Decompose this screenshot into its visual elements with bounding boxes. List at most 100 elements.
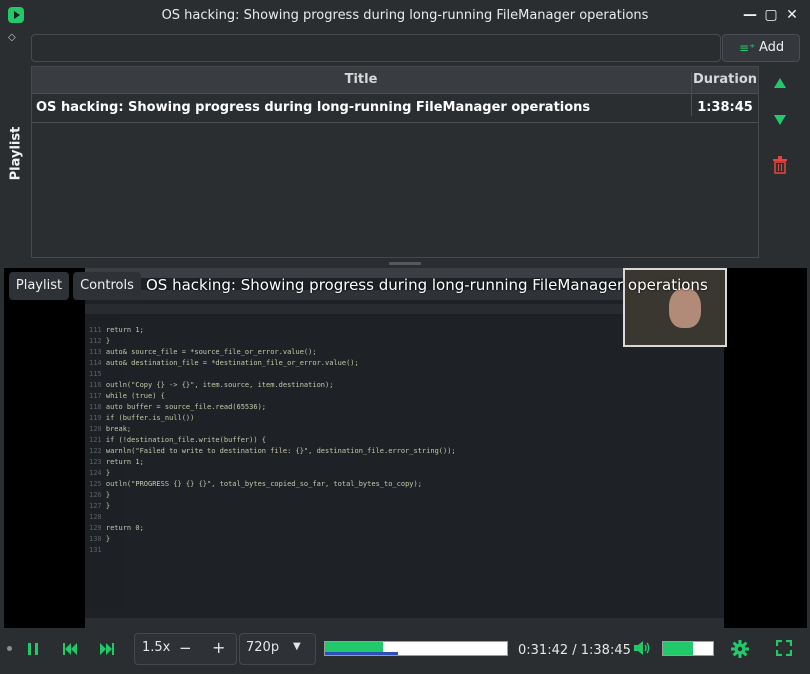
skip-forward-icon (100, 643, 114, 655)
code-line-text: return 1; (105, 326, 144, 334)
code-line: 119 if (buffer.is_null()) (89, 414, 194, 425)
row-title: OS hacking: Showing progress during long… (36, 100, 591, 115)
code-line-text: } (105, 469, 111, 477)
quality-select[interactable]: 720p ▼ (239, 633, 316, 665)
title-bar: OS hacking: Showing progress during long… (0, 0, 810, 30)
delete-button[interactable] (771, 156, 789, 174)
pause-icon (28, 643, 38, 655)
speed-decrease-button[interactable]: − (179, 639, 192, 657)
video-player[interactable]: 111 return 1; 112 } 113 auto& source_file … (4, 268, 807, 628)
overlay-tab-controls[interactable]: Controls (73, 272, 141, 300)
code-line: 115 (89, 370, 102, 381)
code-line-text: outln("PROGRESS {} {} {}", total_bytes_c… (105, 480, 422, 488)
next-button[interactable] (96, 640, 118, 662)
code-line: 126 } (89, 491, 110, 502)
trash-icon (773, 156, 787, 174)
code-line: 123 return 1; (89, 458, 144, 469)
time-display: 0:31:42 / 1:38:45 (518, 643, 631, 658)
code-line-text: break; (105, 425, 132, 433)
pause-button[interactable] (22, 640, 44, 662)
code-line-number: 114 (89, 359, 106, 367)
code-line-text: if (buffer.is_null()) (105, 414, 195, 422)
column-header-duration[interactable]: Duration (691, 72, 758, 92)
skip-back-icon (63, 643, 77, 655)
code-line-text: } (105, 502, 111, 510)
code-line-number: 116 (89, 381, 106, 389)
code-line: 111 return 1; (89, 326, 144, 337)
fullscreen-icon (775, 639, 793, 657)
row-duration: 1:38:45 (691, 94, 758, 116)
settings-button[interactable] (729, 640, 751, 662)
seek-buffered (325, 652, 398, 655)
code-line-text: return 0; (105, 524, 144, 532)
table-row[interactable]: OS hacking: Showing progress during long… (32, 94, 758, 123)
speaker-icon (634, 641, 650, 655)
code-line: 127 } (89, 502, 110, 513)
code-line: 121 if (!destination_file.write(buffer))… (89, 436, 266, 447)
code-line-text: } (105, 535, 111, 543)
code-line: 131 (89, 546, 102, 557)
code-line-number: 126 (89, 491, 106, 499)
fullscreen-button[interactable] (773, 639, 795, 662)
code-line: 124 } (89, 469, 110, 480)
volume-slider[interactable] (662, 641, 714, 656)
code-line-text: if (!destination_file.write(buffer)) { (105, 436, 267, 444)
volume-level (663, 642, 693, 655)
code-line-text: } (105, 337, 111, 345)
code-line-number: 125 (89, 480, 106, 488)
code-line: 114 auto& destination_file = *destinatio… (89, 359, 359, 370)
code-line: 120 break; (89, 425, 131, 436)
control-bar: 1.5x − + 720p ▼ 0:31:42 / 1:38:45 (0, 628, 810, 674)
code-line: 129 return 0; (89, 524, 144, 535)
code-line-text: auto& destination_file = *destination_fi… (105, 359, 359, 367)
column-header-title[interactable]: Title (32, 72, 690, 87)
code-line: 130 } (89, 535, 110, 546)
playlist-add-icon: ≡⁺ (739, 41, 756, 55)
speed-control: 1.5x − + (134, 633, 237, 665)
code-line-number: 130 (89, 535, 106, 543)
overlay-title: OS hacking: Showing progress during long… (146, 276, 708, 294)
code-line: 113 auto& source_file = *source_file_or_… (89, 348, 317, 359)
code-line-number: 120 (89, 425, 106, 433)
close-button[interactable]: ✕ (783, 6, 801, 24)
code-line-number: 121 (89, 436, 106, 444)
code-line: 117 while (true) { (89, 392, 165, 403)
sidebar-tab-playlist[interactable]: Playlist (0, 36, 30, 262)
splitter-handle[interactable] (389, 262, 421, 265)
add-button[interactable]: ≡⁺ Add (722, 34, 800, 62)
code-line-number: 113 (89, 348, 106, 356)
code-line-number: 129 (89, 524, 106, 532)
code-line-text: while (true) { (105, 392, 165, 400)
status-dot (7, 646, 12, 651)
code-line: 122 warnln("Failed to write to destinati… (89, 447, 456, 458)
maximize-button[interactable]: ▢ (762, 6, 780, 24)
triangle-down-icon (774, 115, 786, 125)
gear-icon (731, 640, 749, 658)
presenter-face (669, 288, 701, 328)
code-line-number: 127 (89, 502, 106, 510)
volume-button[interactable] (631, 640, 653, 662)
move-up-button[interactable] (771, 77, 789, 95)
search-input[interactable] (31, 34, 721, 62)
speed-value: 1.5x (142, 640, 171, 655)
code-line-text: return 1; (105, 458, 144, 466)
code-line-number: 124 (89, 469, 106, 477)
minimize-button[interactable]: — (741, 6, 759, 24)
code-line-text: auto buffer = source_file.read(65536); (105, 403, 267, 411)
seek-bar[interactable] (324, 641, 508, 656)
quality-value: 720p (246, 640, 280, 655)
chevron-down-icon: ▼ (293, 641, 301, 652)
code-line-number: 115 (89, 370, 102, 378)
window-title: OS hacking: Showing progress during long… (161, 8, 649, 23)
previous-button[interactable] (59, 640, 81, 662)
code-line-number: 122 (89, 447, 106, 455)
playlist-table: Title Duration OS hacking: Showing progr… (31, 66, 759, 258)
sidebar-tab-label: Playlist (8, 126, 24, 181)
code-line-number: 111 (89, 326, 106, 334)
speed-increase-button[interactable]: + (212, 638, 225, 657)
code-line-number: 112 (89, 337, 106, 345)
code-line: 128 (89, 513, 102, 524)
code-line-number: 119 (89, 414, 106, 422)
move-down-button[interactable] (771, 114, 789, 132)
overlay-tab-playlist[interactable]: Playlist (9, 272, 69, 300)
